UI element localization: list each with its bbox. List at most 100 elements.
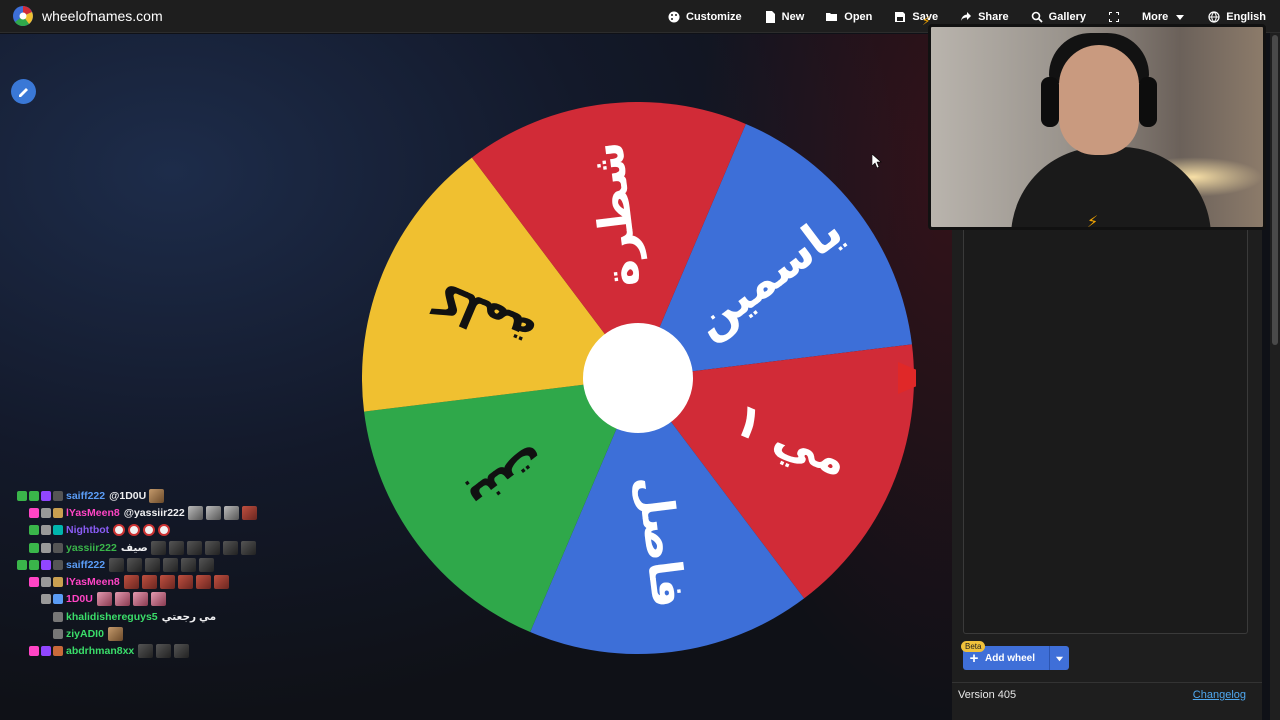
gallery-button[interactable]: Gallery xyxy=(1031,11,1086,23)
emote-icon xyxy=(123,575,139,590)
new-button[interactable]: New xyxy=(764,10,805,23)
emote-icon xyxy=(145,557,161,572)
brand[interactable]: wheelofnames.com xyxy=(0,5,163,27)
chat-username[interactable]: lYasMeen8 xyxy=(66,507,120,519)
emote-icon xyxy=(156,644,172,659)
chat-badge-icon xyxy=(29,542,39,553)
chat-badges xyxy=(4,559,66,570)
emote-icon xyxy=(177,575,193,590)
chat-message-text xyxy=(138,644,190,659)
chat-message-text xyxy=(109,557,215,572)
emote-icon xyxy=(141,575,157,590)
chat-username[interactable]: abdrhman8xx xyxy=(66,645,134,657)
save-button[interactable]: Save xyxy=(894,11,938,23)
emote-icon xyxy=(113,524,126,537)
chat-text: مي رجعتي xyxy=(161,610,217,623)
chat-username[interactable]: yassiir222 xyxy=(66,542,117,554)
fullscreen-icon xyxy=(1108,11,1119,22)
chat-message-text: صيف xyxy=(121,540,256,555)
emote-icon xyxy=(107,627,123,642)
emote-icon xyxy=(174,644,190,659)
more-label: More xyxy=(1141,10,1169,23)
emote-icon xyxy=(149,488,165,503)
emote-icon xyxy=(199,557,215,572)
fullscreen-button[interactable] xyxy=(1108,11,1120,23)
chat-badge-icon xyxy=(41,646,51,657)
add-wheel-dropdown[interactable] xyxy=(1049,646,1069,670)
chat-message: yassiir222 صيف xyxy=(4,539,257,556)
emote-icon xyxy=(127,557,143,572)
chat-badges xyxy=(4,525,66,536)
chat-text: @1D0U xyxy=(109,489,147,502)
entries-panel: Beta + Add wheel Version 405 Changelog xyxy=(952,228,1262,720)
emote-icon xyxy=(240,540,256,555)
emote-icon xyxy=(150,540,166,555)
chat-message: khalidishereguys5 مي رجعتي xyxy=(4,608,257,625)
pencil-icon xyxy=(18,87,28,97)
edit-wheel-button[interactable] xyxy=(11,79,36,104)
chat-badge-icon xyxy=(53,611,63,622)
share-icon xyxy=(961,11,972,21)
emote-icon xyxy=(205,505,221,520)
emote-icon xyxy=(213,575,229,590)
chat-badge-icon xyxy=(29,577,39,588)
chat-message-text: @yassiir222 xyxy=(123,505,257,520)
chat-message: lYasMeen8 @yassiir222 xyxy=(4,504,257,521)
emote-icon xyxy=(132,592,148,607)
changelog-link[interactable]: Changelog xyxy=(1193,689,1246,701)
scrollbar-thumb[interactable] xyxy=(1272,35,1278,345)
chat-badge-icon xyxy=(41,577,51,588)
chat-badge-icon xyxy=(53,646,63,657)
chat-badges xyxy=(4,507,66,518)
app-title: wheelofnames.com xyxy=(42,8,163,24)
chat-badge-icon xyxy=(29,559,39,570)
chat-badge-icon xyxy=(53,594,63,605)
emote-icon xyxy=(204,540,220,555)
emote-icon xyxy=(96,592,112,607)
wheel-center[interactable] xyxy=(583,323,693,433)
chat-message: saiff222 @1D0U xyxy=(4,487,257,504)
language-label: English xyxy=(1226,10,1266,23)
chevron-down-icon xyxy=(1055,656,1064,661)
name-wheel[interactable]: ياسمينمي ١فاصلبنتكلمةشطرة xyxy=(360,100,916,656)
chat-badge-icon xyxy=(41,594,51,605)
chat-badges xyxy=(4,542,66,553)
more-button[interactable]: More xyxy=(1142,11,1186,23)
gallery-label: Gallery xyxy=(1048,10,1086,23)
chat-text: @yassiir222 xyxy=(123,506,185,519)
chat-username[interactable]: 1D0U xyxy=(66,593,93,605)
folder-open-icon xyxy=(826,12,838,21)
chat-message: ziyADI0 xyxy=(4,625,257,642)
chat-message-text xyxy=(113,524,171,537)
chat-badges xyxy=(4,594,66,605)
page-scrollbar[interactable] xyxy=(1270,33,1280,720)
share-button[interactable]: Share xyxy=(960,11,1009,23)
open-button[interactable]: Open xyxy=(826,11,872,23)
emote-icon xyxy=(187,505,203,520)
headphone-right xyxy=(1139,77,1157,127)
mouse-cursor-icon xyxy=(872,154,882,168)
chat-badge-icon xyxy=(41,525,51,536)
chat-username[interactable]: lYasMeen8 xyxy=(66,576,120,588)
open-label: Open xyxy=(844,10,873,23)
chat-message: 1D0U xyxy=(4,591,257,608)
beta-badge: Beta xyxy=(961,641,986,652)
chat-message-text xyxy=(123,575,229,590)
wheel-logo-icon xyxy=(13,6,33,26)
language-button[interactable]: English xyxy=(1208,11,1266,23)
chat-username[interactable]: khalidishereguys5 xyxy=(66,611,158,623)
chat-badges xyxy=(4,490,66,501)
chat-username[interactable]: saiff222 xyxy=(66,559,105,571)
customize-button[interactable]: Customize xyxy=(668,11,742,23)
chat-message: abdrhman8xx xyxy=(4,643,257,660)
chat-username[interactable]: ziyADI0 xyxy=(66,628,104,640)
chat-message: lYasMeen8 xyxy=(4,573,257,590)
chat-username[interactable]: Nightbot xyxy=(66,524,109,536)
chat-overlay: saiff222 @1D0U lYasMeen8 @yassiir222 Nightbo… xyxy=(4,487,257,660)
emote-icon xyxy=(109,557,125,572)
emote-icon xyxy=(159,575,175,590)
chat-badge-icon xyxy=(53,559,63,570)
chat-username[interactable]: saiff222 xyxy=(66,490,105,502)
new-label: New xyxy=(781,10,805,23)
entries-textbox[interactable] xyxy=(963,228,1248,634)
